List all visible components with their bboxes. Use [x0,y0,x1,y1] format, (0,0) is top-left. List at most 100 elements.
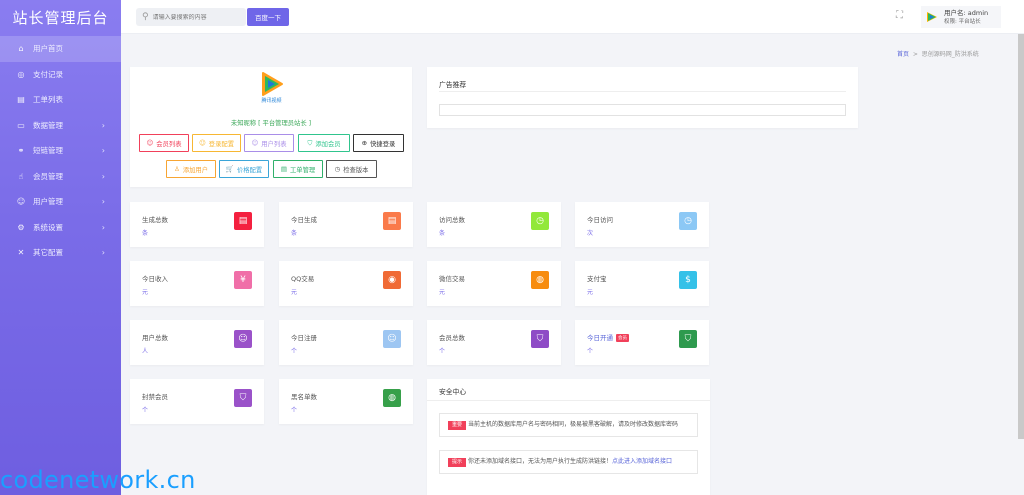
profile-button[interactable]: ♙ 添加用户 [166,160,216,178]
ad-card: 广告推荐 [427,67,858,128]
profile-card: 腾讯视频 未知昵称 [ 平台管理员站长 ] ☺ 会员列表 ☺ 登录配置 ☺ 用户列表 ⛉ 添加… [130,67,412,187]
security-title: 安全中心 [439,388,467,396]
sidebar-item[interactable]: ⌂ 用户首页 [0,36,121,62]
profile-button[interactable]: ⊕ 快捷登录 [353,134,404,152]
sidebar-item-label: 其它配置 [33,248,63,258]
profile-button-label: 用户列表 [261,140,287,148]
stat-title: 今日访问 [587,216,613,224]
stat-value: 个 [439,348,446,355]
stat-title-wrap: QQ交易 [291,273,314,283]
top-bar: ⚲ 百度一下 ⛶ 用户名: admin 权限: 平台站长 [121,0,1024,34]
profile-button[interactable]: ☺ 用户列表 [244,134,294,152]
breadcrumb-current: 思创源码网_防洪系统 [921,51,979,58]
sidebar: 站长管理后台 ⌂ 用户首页 ◎ 支付记录 ▤ 工单列表 ▭ 数据管理 › ⚭ 短链管理 › ☝ 会员管理 ›… [0,0,121,495]
profile-button-label: 添加用户 [182,166,208,174]
stat-card: 今日收入元 ¥ [130,261,264,306]
stat-title-wrap: 微信交易 [439,273,465,283]
stat-title-wrap: 访问总数 [439,214,465,224]
login-config-icon: ☺ [199,139,206,147]
profile-button[interactable]: ▤ 工单管理 [273,160,323,178]
search-input[interactable] [152,13,238,21]
chevron-right-icon: › [101,120,105,130]
fullscreen-icon[interactable]: ⛶ [896,10,903,21]
user-panel[interactable]: 用户名: admin 权限: 平台站长 [921,6,1001,28]
today-open-icon: ⛉ [679,330,697,348]
stat-badge: 会员 [616,334,629,342]
sidebar-item[interactable]: ⚭ 短链管理 › [0,138,121,164]
stat-value: 个 [291,348,298,355]
profile-button[interactable]: 🛒 价格配置 [219,160,269,178]
stat-title: 支付宝 [587,275,607,283]
profile-button[interactable]: ⛉ 添加会员 [298,134,350,152]
payment-icon: ◎ [17,69,25,79]
total-members-icon: ⛉ [531,330,549,348]
stat-title-wrap: 今日访问 [587,214,613,224]
stat-card: 封禁会员个 ⛉ [130,379,264,424]
stat-title: 今日开通 [587,334,613,342]
today-visit-icon: ◷ [679,212,697,230]
stat-card: 生成总数条 ▤ [130,202,264,247]
add-domain-link[interactable]: 点此进入添加域名接口 [612,458,672,465]
video-logo-icon [262,72,283,96]
sidebar-item[interactable]: ▤ 工单列表 [0,87,121,113]
site-logo: 腾讯视频 [255,71,288,104]
profile-button-label: 登录配置 [208,140,234,148]
profile-button[interactable]: ☺ 会员列表 [139,134,189,152]
sidebar-item-label: 用户首页 [33,44,63,54]
stat-title: 生成总数 [142,216,168,224]
chevron-right-icon: › [101,146,105,156]
search-button[interactable]: 百度一下 [247,8,289,26]
ticket-icon: ▤ [17,95,25,105]
stat-value: 元 [587,289,594,296]
profile-button[interactable]: ◷ 检查版本 [326,160,377,178]
data-icon: ▭ [17,120,25,130]
stat-title-wrap: 黑名单数 [291,391,317,401]
profile-button[interactable]: ☺ 登录配置 [192,134,241,152]
breadcrumb-home[interactable]: 首页 [897,51,909,58]
stat-card: 支付宝元 $ [575,261,709,306]
stat-title: 今日生成 [291,216,317,224]
qq-trade-icon: ◉ [383,271,401,289]
sidebar-item[interactable]: ▭ 数据管理 › [0,113,121,139]
watermark: codenetwork.cn [0,466,196,494]
alipay-icon: $ [679,271,697,289]
stat-card: 今日访问次 ◷ [575,202,709,247]
chevron-right-icon: › [101,222,105,232]
stat-value: 次 [587,230,594,237]
search-icon: ⚲ [142,12,149,22]
wechat-trade-icon: ◍ [531,271,549,289]
scrollbar[interactable] [1018,34,1024,439]
banned-members-icon: ⛉ [234,389,252,407]
stat-title: 用户总数 [142,334,168,342]
security-item: 提示 你还未添加域名接口，无法为用户执行生成防洪链接！点此进入添加域名接口 [439,450,698,474]
sidebar-item[interactable]: ☝ 会员管理 › [0,164,121,190]
sidebar-item-label: 支付记录 [33,69,63,79]
security-tag: 提示 [448,458,467,467]
profile-button-label: 工单管理 [289,166,316,174]
stat-card: 今日注册个 ☺ [279,320,413,365]
security-card: 安全中心 重要 当前主机的数据库用户名与密码相同，极易被黑客破解，请及时修改数据库… [427,379,710,495]
sidebar-item[interactable]: ◎ 支付记录 [0,62,121,88]
add-member-icon: ⛉ [307,138,313,147]
sidebar-item[interactable]: ☺ 用户管理 › [0,189,121,215]
stat-title: 今日注册 [291,334,317,342]
security-text: 当前主机的数据库用户名与密码相同，极易被黑客破解，请及时修改数据库密码 [468,421,679,428]
sidebar-item[interactable]: ✕ 其它配置 › [0,240,121,266]
breadcrumb-separator: > [912,51,918,58]
stat-value: 条 [439,230,446,237]
profile-button-label: 添加会员 [315,140,341,148]
member-icon: ☝ [18,171,24,181]
user-info: 用户名: admin 权限: 平台站长 [944,9,988,26]
breadcrumb: 首页 > 思创源码网_防洪系统 [897,49,979,58]
total-users-icon: ☺ [234,330,252,348]
security-item: 重要 当前主机的数据库用户名与密码相同，极易被黑客破解，请及时修改数据库密码 [439,413,698,437]
sidebar-item-label: 短链管理 [33,146,63,156]
stat-value: 个 [587,348,594,355]
sidebar-item[interactable]: ⚙ 系统设置 › [0,215,121,241]
stat-card: 今日开通 会员个 ⛉ [575,320,709,365]
stat-value: 元 [439,289,446,296]
stat-card: 访问总数条 ◷ [427,202,561,247]
sidebar-item-label: 工单列表 [33,95,63,105]
user-name: 用户名: admin [944,8,989,17]
avatar [927,12,937,22]
